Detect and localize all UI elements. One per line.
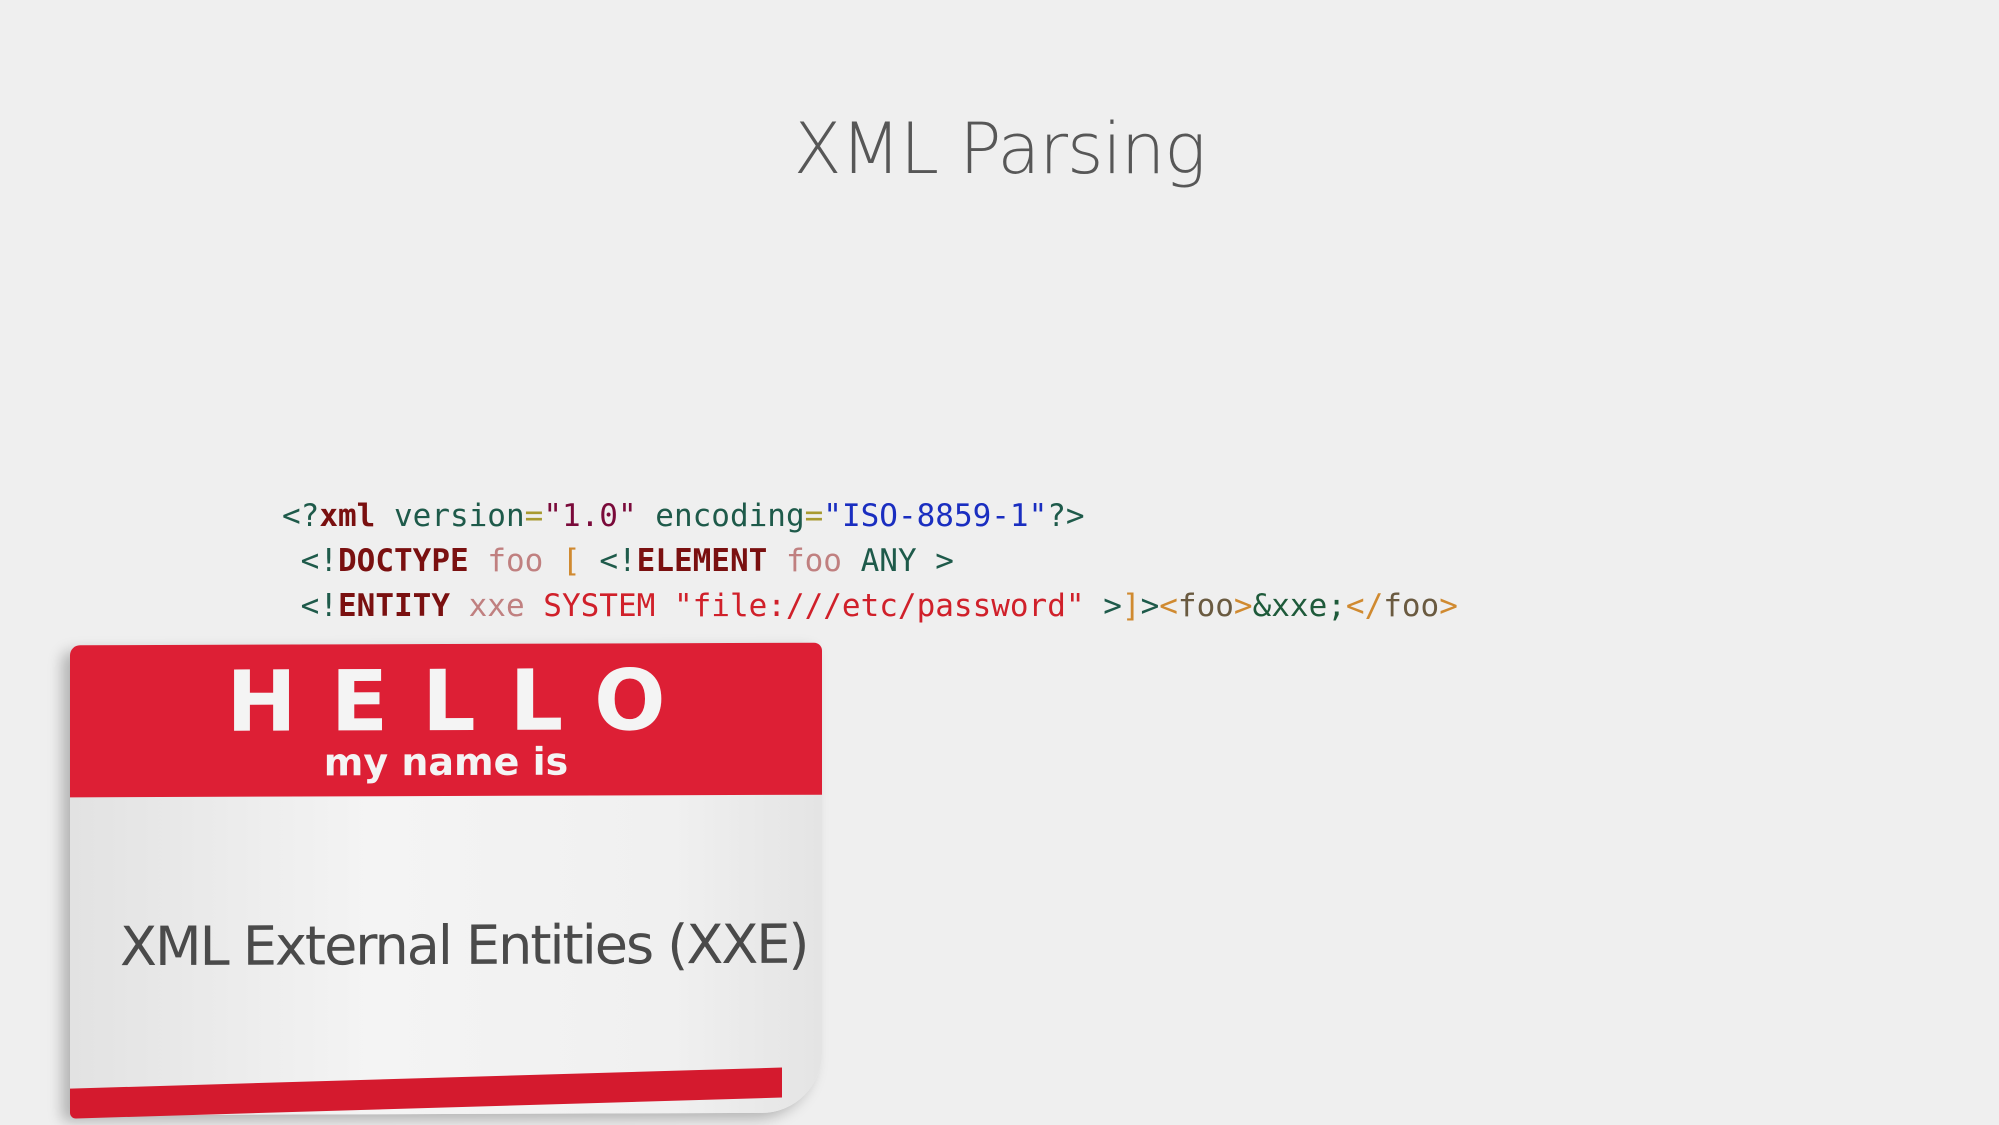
code-token: ENTITY	[338, 588, 450, 624]
code-token: foo	[468, 543, 562, 579]
code-token: "1.0"	[543, 498, 637, 534]
code-line: <!ENTITY xxe SYSTEM "file:///etc/passwor…	[282, 584, 1458, 629]
badge-hello: HELLO	[226, 651, 700, 751]
code-token: DOCTYPE	[338, 543, 469, 579]
code-token: "ISO-8859-1"	[823, 498, 1048, 534]
code-token: <!	[282, 543, 338, 579]
code-token: version	[375, 498, 525, 534]
code-token: foo	[1383, 588, 1440, 624]
code-token: &xxe;	[1252, 588, 1346, 624]
badge-header: HELLO my name is	[70, 642, 822, 798]
code-token: >	[1439, 588, 1458, 624]
code-token: >	[1233, 588, 1253, 624]
code-token: encoding	[636, 498, 805, 534]
badge-subtitle: my name is	[323, 739, 569, 785]
code-token: xml	[319, 498, 376, 534]
code-token: foo	[767, 543, 842, 579]
code-token: =	[804, 498, 824, 534]
badge-name-text: XML External Entities (XXE)	[120, 912, 808, 979]
slide-title: XML Parsing	[793, 108, 1207, 190]
code-token: [	[561, 543, 581, 579]
code-token: <?	[282, 498, 320, 534]
code-token: SYSTEM "file:///etc/password"	[524, 588, 1085, 624]
code-token: ANY >	[841, 543, 954, 579]
code-token: <!	[282, 588, 338, 624]
code-token: xxe	[449, 588, 525, 624]
code-token: ?>	[1047, 498, 1085, 534]
code-token: </	[1345, 588, 1384, 624]
code-token: >	[1140, 588, 1160, 624]
code-token: >	[1084, 588, 1122, 624]
code-line: <?xml version="1.0" encoding="ISO-8859-1…	[282, 494, 1458, 539]
xml-code-block: <?xml version="1.0" encoding="ISO-8859-1…	[282, 494, 1458, 629]
badge-bottom-strip	[70, 1067, 782, 1119]
code-token: ELEMENT	[636, 543, 768, 579]
code-token: =	[524, 498, 544, 534]
code-token: <!	[580, 543, 637, 579]
code-token: foo	[1177, 588, 1234, 624]
code-token: <	[1159, 588, 1178, 624]
name-tag-badge: HELLO my name is XML External Entities (…	[70, 642, 822, 1119]
code-line: <!DOCTYPE foo [ <!ELEMENT foo ANY >	[282, 539, 1458, 584]
code-token: ]	[1121, 588, 1141, 624]
